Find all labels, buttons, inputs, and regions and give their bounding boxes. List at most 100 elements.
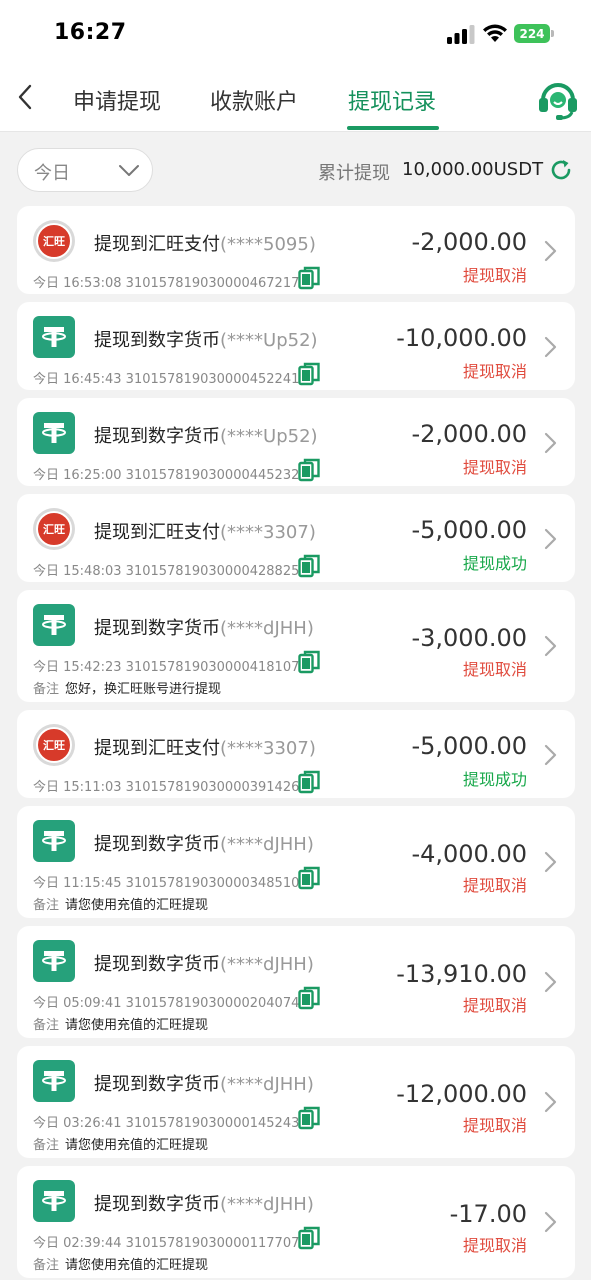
record-time: 今日 16:53:08 [33, 276, 122, 291]
record-account: (****dJHH) [220, 618, 314, 639]
total-withdraw-value: 10,000.00USDT [402, 159, 544, 180]
record-time-order: 今日 05:09:41 310157819030000204074 [33, 992, 299, 1011]
copy-icon[interactable] [298, 770, 320, 794]
copy-icon[interactable] [298, 1226, 320, 1250]
record-amount: -4,000.00 [411, 840, 527, 868]
record-time: 今日 15:42:23 [33, 660, 122, 675]
withdraw-record-item[interactable]: 提现到数字货币(****dJHH) 今日 02:39:44 3101578190… [17, 1166, 575, 1278]
chevron-right-icon [544, 1091, 557, 1113]
active-tab-indicator [347, 126, 439, 130]
record-time-order: 今日 15:42:23 310157819030000418107 [33, 656, 299, 675]
record-amount: -12,000.00 [396, 1080, 527, 1108]
record-time-order: 今日 16:45:43 310157819030000452241 [33, 368, 299, 387]
record-title: 提现到数字货币(****dJHH) [94, 614, 314, 640]
record-amount: -2,000.00 [411, 420, 527, 448]
refresh-icon[interactable] [549, 158, 573, 182]
record-order-no: 310157819030000145243 [125, 1116, 300, 1131]
record-status: 提现取消 [462, 458, 527, 477]
copy-icon[interactable] [298, 266, 320, 290]
record-note-label: 备注 [33, 1138, 60, 1153]
record-status: 提现取消 [462, 1116, 527, 1135]
record-account: (****5095) [220, 234, 316, 255]
record-title-text: 提现到数字货币 [94, 426, 220, 447]
record-note: 备注 请您使用充值的汇旺提现 [33, 1134, 208, 1153]
record-order-no: 310157819030000348510 [125, 876, 300, 891]
withdraw-record-item[interactable]: 汇旺 提现到汇旺支付(****3307) 今日 15:48:03 3101578… [17, 494, 575, 582]
record-note-label: 备注 [33, 1258, 60, 1273]
withdraw-record-item[interactable]: 提现到数字货币(****dJHH) 今日 05:09:41 3101578190… [17, 926, 575, 1038]
record-order-no: 310157819030000452241 [125, 372, 300, 387]
date-filter-dropdown[interactable]: 今日 [17, 148, 153, 192]
chevron-right-icon [544, 432, 557, 454]
nav-bar: 申请提现 收款账户 提现记录 [0, 66, 591, 132]
record-time-order: 今日 16:25:00 310157819030000445232 [33, 464, 299, 483]
record-title-text: 提现到汇旺支付 [94, 522, 220, 543]
copy-icon[interactable] [298, 866, 320, 890]
record-title-text: 提现到数字货币 [94, 618, 220, 639]
record-account: (****dJHH) [220, 954, 314, 975]
record-time-order: 今日 16:53:08 310157819030000467217 [33, 272, 299, 291]
record-title-text: 提现到数字货币 [94, 834, 220, 855]
copy-icon[interactable] [298, 986, 320, 1010]
record-order-no: 310157819030000445232 [125, 468, 300, 483]
withdraw-record-item[interactable]: 提现到数字货币(****dJHH) 今日 03:26:41 3101578190… [17, 1046, 575, 1158]
record-title: 提现到数字货币(****dJHH) [94, 1070, 314, 1096]
record-time-order: 今日 02:39:44 310157819030000117707 [33, 1232, 299, 1251]
record-title: 提现到汇旺支付(****3307) [94, 734, 316, 760]
record-note-text: 请您使用充值的汇旺提现 [65, 898, 209, 913]
copy-icon[interactable] [298, 554, 320, 578]
withdraw-record-item[interactable]: 汇旺 提现到汇旺支付(****5095) 今日 16:53:08 3101578… [17, 206, 575, 294]
withdraw-record-item[interactable]: 汇旺 提现到汇旺支付(****3307) 今日 15:11:03 3101578… [17, 710, 575, 798]
withdraw-record-item[interactable]: 提现到数字货币(****Up52) 今日 16:45:43 3101578190… [17, 302, 575, 390]
total-withdraw-label: 累计提现 [318, 163, 390, 184]
chevron-right-icon [544, 1211, 557, 1233]
status-bar: 16:27 224 [0, 0, 591, 66]
back-button[interactable] [10, 80, 40, 114]
record-title-text: 提现到数字货币 [94, 1074, 220, 1095]
chevron-left-icon [18, 84, 32, 110]
record-status: 提现取消 [462, 266, 527, 285]
huiwang-logo-icon: 汇旺 [33, 508, 75, 550]
record-title-text: 提现到汇旺支付 [94, 234, 220, 255]
customer-service-headset-icon[interactable] [536, 76, 580, 120]
record-status: 提现取消 [462, 876, 527, 895]
record-order-no: 310157819030000418107 [125, 660, 300, 675]
record-status: 提现成功 [462, 554, 527, 573]
record-title: 提现到数字货币(****dJHH) [94, 950, 314, 976]
tab-payee-account[interactable]: 收款账户 [210, 84, 298, 116]
record-title-text: 提现到数字货币 [94, 1194, 220, 1215]
copy-icon[interactable] [298, 650, 320, 674]
record-time-order: 今日 03:26:41 310157819030000145243 [33, 1112, 299, 1131]
chevron-right-icon [544, 635, 557, 657]
tab-apply-withdraw[interactable]: 申请提现 [73, 84, 161, 116]
usdt-logo-icon [33, 1060, 75, 1102]
chevron-down-icon [119, 165, 139, 176]
copy-icon[interactable] [298, 458, 320, 482]
record-time-order: 今日 11:15:45 310157819030000348510 [33, 872, 299, 891]
record-status: 提现成功 [462, 770, 527, 789]
record-amount: -10,000.00 [396, 324, 527, 352]
huiwang-logo-icon: 汇旺 [33, 220, 75, 262]
tab-withdraw-records[interactable]: 提现记录 [348, 84, 436, 116]
withdraw-record-list: 汇旺 提现到汇旺支付(****5095) 今日 16:53:08 3101578… [17, 206, 575, 1280]
record-account: (****dJHH) [220, 1074, 314, 1095]
withdraw-record-item[interactable]: 提现到数字货币(****Up52) 今日 16:25:00 3101578190… [17, 398, 575, 486]
withdraw-record-item[interactable]: 提现到数字货币(****dJHH) 今日 15:42:23 3101578190… [17, 590, 575, 702]
record-account: (****Up52) [220, 330, 318, 351]
record-title: 提现到数字货币(****dJHH) [94, 830, 314, 856]
record-account: (****3307) [220, 522, 316, 543]
record-title: 提现到数字货币(****Up52) [94, 422, 318, 448]
copy-icon[interactable] [298, 362, 320, 386]
record-note-text: 请您使用充值的汇旺提现 [65, 1258, 209, 1273]
usdt-logo-icon [33, 820, 75, 862]
copy-icon[interactable] [298, 1106, 320, 1130]
record-order-no: 310157819030000117707 [125, 1236, 300, 1251]
filter-row: 今日 累计提现 10,000.00USDT [0, 132, 591, 206]
record-order-no: 310157819030000204074 [125, 996, 300, 1011]
record-time: 今日 16:45:43 [33, 372, 122, 387]
withdraw-record-item[interactable]: 提现到数字货币(****dJHH) 今日 11:15:45 3101578190… [17, 806, 575, 918]
record-note-label: 备注 [33, 898, 60, 913]
record-note: 备注 您好，换汇旺账号进行提现 [33, 678, 221, 697]
record-title-text: 提现到数字货币 [94, 330, 220, 351]
status-time: 16:27 [54, 20, 127, 45]
